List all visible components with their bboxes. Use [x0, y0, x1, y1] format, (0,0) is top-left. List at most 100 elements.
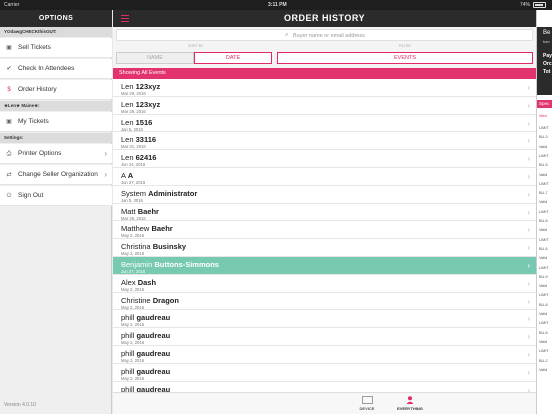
detail-ticket-line: BU-8: [539, 302, 548, 307]
order-row[interactable]: System Administrator Jan 5, 2016 ›: [113, 185, 536, 204]
buyer-first-name: phill: [121, 313, 135, 323]
order-date: May 2, 2016: [121, 304, 145, 310]
detail-ticket-line: BU-8: [539, 330, 548, 335]
order-row[interactable]: A A Jun 27, 2016 ›: [113, 167, 536, 186]
order-date: Mar 29, 2016: [121, 91, 146, 96]
detail-ticket-line: Valid: [539, 339, 548, 344]
sidebar-item-order-history[interactable]: $ Order History: [0, 80, 112, 100]
order-date: May 2, 2016: [121, 233, 145, 239]
buyer-name: Len 62416: [121, 153, 156, 162]
detail-ticket-line: LIMIT: [539, 321, 549, 326]
sort-date-button[interactable]: DATE: [194, 52, 272, 64]
order-row[interactable]: Matthew Baehr May 2, 2016 ›: [113, 221, 536, 240]
sidebar-item-my-tickets[interactable]: ▣ My Tickets: [0, 112, 112, 132]
detail-buyer-name: Be: [543, 30, 551, 36]
order-date: May 2, 2016: [121, 357, 145, 363]
order-row[interactable]: phill gaudreauMay 2, 2016 ›: [113, 310, 536, 329]
buyer-first-name: phill: [121, 348, 135, 358]
sidebar-item-sell-tickets[interactable]: ▣ Sell Tickets: [0, 38, 112, 58]
order-row[interactable]: phill gaudreauMay 2, 2016 ›: [113, 363, 536, 382]
tab-everything[interactable]: EVERYTHING: [390, 395, 430, 414]
order-date: Mar 25, 2016: [121, 215, 146, 221]
chevron-right-icon: ›: [104, 170, 107, 179]
detail-ticket-line: LIMIT: [539, 293, 549, 298]
sidebar-item-label: Sell Tickets: [18, 44, 51, 51]
order-row[interactable]: Len 62416 Jun 24, 2016 ›: [113, 150, 536, 168]
buyer-last-name: 123xyz: [135, 99, 161, 109]
chevron-right-icon: ›: [527, 296, 530, 306]
detail-ticket-line: LIMIT: [539, 349, 549, 354]
order-row[interactable]: Len 1516 Jan 5, 2016 ›: [113, 114, 536, 133]
order-detail-panel: Be ban Pay Orc Tot Spec Wed LIMIT BU-3 Val…: [536, 0, 552, 414]
buyer-last-name: 123xyz: [135, 82, 161, 91]
detail-ticket-line: BU-7: [539, 191, 548, 196]
chevron-right-icon: ›: [527, 332, 530, 342]
buyer-name: phill gaudreau: [121, 313, 170, 322]
tab-device[interactable]: DEVICE: [347, 395, 387, 414]
order-row[interactable]: Len 33116 Mar 31, 2016 ›: [113, 132, 536, 151]
buyer-first-name: Benjamin: [121, 259, 153, 269]
buyer-last-name: gaudreau: [136, 348, 171, 358]
buyer-last-name: 33116: [135, 135, 157, 145]
chevron-right-icon: ›: [527, 171, 530, 181]
filter-events-button[interactable]: EVENTS: [277, 52, 533, 64]
buyer-first-name: Len: [121, 135, 134, 145]
status-bar: Carrier 3:11 PM 74%: [0, 0, 552, 10]
buyer-last-name: gaudreau: [136, 366, 171, 376]
chevron-right-icon: ›: [527, 207, 530, 217]
order-row[interactable]: Len 123xyz Mar 29, 2016 ›: [113, 79, 536, 97]
sidebar-item-label: Change Seller Organization: [18, 171, 98, 178]
detail-payment-label: Pay: [543, 53, 552, 59]
buyer-first-name: Matt: [121, 206, 136, 216]
sidebar-item-check-in[interactable]: ✔ Check In Attendees: [0, 59, 112, 79]
buyer-first-name: Christina: [121, 242, 151, 252]
sidebar-item-label: My Tickets: [18, 118, 49, 125]
order-row[interactable]: Benjamin Buttons-Simmons Jun 27, 2016 ›: [113, 256, 536, 275]
order-date: May 2, 2016: [121, 340, 145, 346]
main-panel: ORDER HISTORY ⌕ SORT BY FILTER NAME DATE…: [113, 0, 536, 414]
search-bar: ⌕: [116, 29, 533, 41]
order-date: Jun 27, 2016: [121, 268, 146, 274]
buyer-first-name: System: [121, 188, 147, 198]
buyer-name: Benjamin Buttons-Simmons: [121, 260, 219, 269]
carrier-label: Carrier: [4, 2, 20, 8]
sort-name-button[interactable]: NAME: [116, 52, 194, 64]
order-row[interactable]: Alex Dash May 2, 2016 ›: [113, 274, 536, 293]
order-date: Jun 27, 2016: [121, 179, 146, 185]
buyer-first-name: Christine: [121, 295, 151, 305]
check-icon: ✔: [6, 66, 12, 72]
detail-buyer-email: ban: [543, 39, 550, 44]
buyer-name: phill gaudreau: [121, 367, 170, 376]
ticket-icon: ▣: [6, 119, 12, 125]
search-input[interactable]: [293, 31, 493, 40]
detail-ticket-line: Valid: [539, 284, 548, 289]
version-label: Version 4.0.10: [4, 402, 36, 408]
sidebar-item-change-org[interactable]: ⇄ Change Seller Organization ›: [0, 165, 112, 185]
order-row[interactable]: Christina Businsky May 2, 2016 ›: [113, 239, 536, 257]
main-header: ORDER HISTORY: [113, 10, 536, 27]
order-row[interactable]: Len 123xyz Mar 29, 2016 ›: [113, 96, 536, 115]
chevron-right-icon: ›: [527, 83, 530, 92]
chevron-right-icon: ›: [527, 278, 530, 288]
order-date: May 2, 2016: [121, 286, 145, 292]
buyer-last-name: Dash: [137, 277, 157, 287]
buyer-name: Christine Dragon: [121, 296, 179, 305]
buyer-first-name: Len: [121, 82, 134, 91]
buyer-name: phill gaudreau: [121, 331, 170, 340]
buyer-first-name: Len: [121, 99, 134, 109]
order-row[interactable]: Matt Baehr Mar 25, 2016 ›: [113, 203, 536, 222]
buyer-name: Christina Businsky: [121, 242, 186, 251]
buyer-name: Len 1516: [121, 118, 152, 127]
order-row[interactable]: phill gaudreauMay 2, 2016 ›: [113, 328, 536, 346]
detail-ticket-line: LIMIT: [539, 265, 549, 270]
order-row[interactable]: Christine Dragon May 2, 2016 ›: [113, 292, 536, 311]
sidebar-item-printer-options[interactable]: ⎙ Printer Options ›: [0, 144, 112, 164]
buyer-first-name: phill: [121, 331, 135, 341]
printer-icon: ⎙: [6, 151, 12, 157]
order-row[interactable]: phill gaudreauMay 2, 2016 ›: [113, 345, 536, 364]
detail-ticket-line: BU-3: [539, 135, 548, 140]
detail-ticket-line: BU-6: [539, 246, 548, 251]
sidebar-item-sign-out[interactable]: ⏻ Sign Out: [0, 186, 112, 206]
detail-order-label: Orc: [543, 61, 552, 67]
chevron-right-icon: ›: [527, 136, 530, 146]
